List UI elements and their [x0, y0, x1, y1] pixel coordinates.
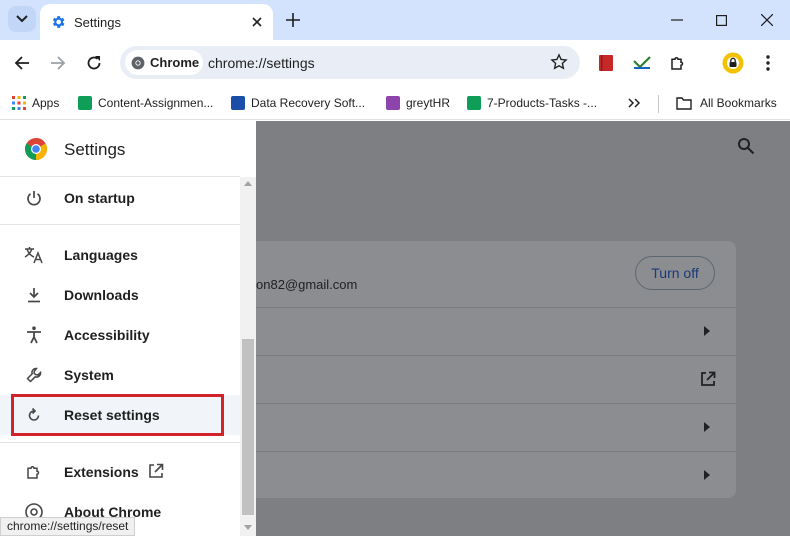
- accessibility-icon: [24, 325, 44, 345]
- forward-button[interactable]: [44, 49, 72, 77]
- site-favicon-icon: [231, 96, 245, 110]
- bookmark-greythr[interactable]: greytHR: [386, 93, 450, 113]
- close-tab-icon[interactable]: [247, 12, 267, 32]
- plus-icon: [286, 13, 300, 27]
- folder-icon: [676, 97, 692, 110]
- sheets-icon: [467, 96, 481, 110]
- bookmark-data-recovery[interactable]: Data Recovery Soft...: [231, 93, 365, 113]
- extension-book-icon[interactable]: [596, 53, 616, 73]
- card-row[interactable]: [256, 403, 736, 451]
- sidebar-divider: [0, 224, 240, 225]
- sidebar-item-label: Downloads: [64, 287, 139, 303]
- back-button[interactable]: [8, 49, 36, 77]
- bookmark-products-tasks[interactable]: 7-Products-Tasks -...: [467, 93, 597, 113]
- settings-sidebar: Settings On startup Languages Downloads: [0, 121, 256, 536]
- profile-card: on82@gmail.com Turn off: [256, 241, 736, 498]
- chip-label: Chrome: [150, 55, 200, 70]
- reload-icon: [87, 56, 101, 70]
- bookmark-label: 7-Products-Tasks -...: [487, 96, 598, 110]
- card-row[interactable]: [256, 355, 736, 403]
- minimize-button[interactable]: [655, 5, 699, 35]
- card-row[interactable]: [256, 307, 736, 355]
- open-external-icon: [148, 463, 164, 484]
- tab-search-button[interactable]: [8, 6, 36, 32]
- bookmark-label: Content-Assignmen...: [98, 96, 214, 110]
- new-tab-button[interactable]: [282, 9, 304, 31]
- scroll-up-icon[interactable]: [244, 181, 252, 186]
- url-text[interactable]: chrome://settings: [208, 55, 315, 71]
- close-icon: [761, 14, 773, 26]
- arrow-right-icon: [704, 326, 710, 336]
- bookmark-label: Data Recovery Soft...: [251, 96, 366, 110]
- open-external-icon: [700, 371, 716, 392]
- sidebar-item-label: Languages: [64, 247, 138, 263]
- profile-avatar-icon[interactable]: [722, 52, 744, 74]
- site-favicon-icon: [386, 96, 400, 110]
- arrow-left-icon: [14, 56, 29, 70]
- sidebar-item-label: Extensions: [64, 464, 139, 480]
- sidebar-header: Settings: [0, 121, 240, 177]
- chevron-down-icon: [16, 15, 28, 23]
- sheets-icon: [78, 96, 92, 110]
- bookmarks-bar: Apps Content-Assignmen... Data Recovery …: [0, 86, 790, 120]
- sidebar-item-on-startup[interactable]: On startup: [0, 178, 240, 218]
- account-email: on82@gmail.com: [256, 277, 358, 292]
- turn-off-sync-button[interactable]: Turn off: [635, 256, 715, 290]
- bookmark-content-assignment[interactable]: Content-Assignmen...: [78, 93, 213, 113]
- sidebar-title: Settings: [64, 140, 126, 159]
- download-icon: [24, 285, 44, 305]
- status-bar-url: chrome://settings/reset: [0, 517, 136, 536]
- reload-button[interactable]: [80, 49, 108, 77]
- bookmark-star-icon[interactable]: [550, 53, 568, 76]
- more-bookmarks-chevron-icon[interactable]: [628, 93, 640, 113]
- scrollbar-thumb[interactable]: [242, 339, 254, 515]
- settings-page: on82@gmail.com Turn off Settings On star…: [0, 121, 790, 536]
- toolbar: Chrome chrome://settings: [0, 40, 790, 86]
- search-icon[interactable]: [737, 137, 755, 160]
- close-window-button[interactable]: [745, 5, 789, 35]
- all-bookmarks-button[interactable]: All Bookmarks: [676, 93, 777, 113]
- tab-settings[interactable]: Settings: [40, 4, 273, 40]
- sidebar-item-extensions[interactable]: Extensions: [0, 452, 240, 492]
- power-icon: [24, 188, 44, 208]
- arrow-right-icon: [51, 56, 66, 70]
- tab-strip: Settings: [0, 0, 790, 40]
- bookmark-label: greytHR: [406, 96, 451, 110]
- apps-grid-icon: [12, 96, 26, 110]
- sidebar-item-system[interactable]: System: [0, 355, 240, 395]
- extension-check-icon[interactable]: [632, 53, 652, 73]
- wrench-icon: [24, 365, 44, 385]
- maximize-button[interactable]: [699, 5, 743, 35]
- all-bookmarks-label: All Bookmarks: [700, 96, 777, 110]
- sidebar-item-languages[interactable]: Languages: [0, 235, 240, 275]
- address-bar[interactable]: Chrome chrome://settings: [120, 46, 580, 79]
- card-row[interactable]: [256, 451, 736, 499]
- extension-icon: [24, 462, 44, 482]
- translate-icon: [24, 245, 44, 265]
- bookmark-label: Apps: [32, 96, 60, 110]
- sidebar-item-label: On startup: [64, 190, 135, 206]
- tab-title: Settings: [74, 14, 121, 30]
- sidebar-item-label: System: [64, 367, 114, 383]
- sidebar-scrollbar[interactable]: [240, 177, 256, 536]
- chrome-logo-icon: [131, 56, 145, 69]
- maximize-icon: [715, 14, 727, 26]
- arrow-right-icon: [704, 422, 710, 432]
- site-info-chip[interactable]: Chrome: [125, 50, 203, 75]
- gear-icon: [52, 16, 65, 28]
- sidebar-item-label: Accessibility: [64, 327, 150, 343]
- bookmark-apps[interactable]: Apps: [12, 93, 59, 113]
- minimize-icon: [671, 19, 683, 21]
- chrome-logo-icon: [24, 137, 48, 166]
- sidebar-item-downloads[interactable]: Downloads: [0, 275, 240, 315]
- arrow-right-icon: [704, 470, 710, 480]
- sidebar-item-accessibility[interactable]: Accessibility: [0, 315, 240, 355]
- extensions-puzzle-icon[interactable]: [668, 53, 688, 73]
- scroll-down-icon[interactable]: [244, 525, 252, 530]
- sidebar-divider: [0, 442, 240, 443]
- bookmarks-divider: [658, 95, 659, 113]
- menu-kebab-icon[interactable]: [758, 53, 778, 73]
- reset-settings-highlight: [11, 394, 224, 436]
